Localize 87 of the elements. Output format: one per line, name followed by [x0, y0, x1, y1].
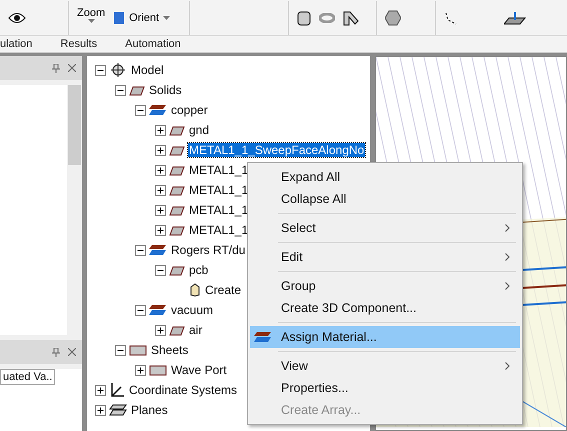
tree-item[interactable]: pcb [188, 263, 210, 277]
rectangle-icon [149, 364, 167, 376]
tree-item[interactable]: vacuum [170, 303, 214, 317]
block-icon [169, 184, 185, 196]
block-icon [169, 144, 185, 156]
eye-icon[interactable] [8, 12, 26, 24]
material-icon [149, 104, 167, 116]
tree-item[interactable]: METAL1_1 [188, 223, 250, 237]
tree-item[interactable]: METAL1_1_SweepFaceAlongNo [188, 143, 366, 157]
tree-item[interactable]: copper [170, 103, 209, 117]
axes-icon [109, 382, 125, 398]
expand-toggle[interactable] [135, 364, 146, 376]
tree-item[interactable]: Sheets [150, 343, 190, 357]
pin-icon[interactable] [52, 348, 60, 356]
tree-item[interactable]: METAL1_1 [188, 203, 250, 217]
menu-item[interactable]: View [250, 355, 520, 377]
expand-toggle[interactable] [95, 384, 106, 396]
expand-toggle[interactable] [155, 324, 166, 336]
block-icon [169, 264, 185, 276]
caret-icon [163, 16, 170, 20]
material-icon [149, 244, 167, 256]
tree-item[interactable]: Planes [130, 403, 169, 417]
expand-toggle[interactable] [155, 224, 166, 236]
rectangle-icon [129, 344, 147, 356]
tree-item[interactable]: gnd [188, 123, 210, 137]
expand-toggle[interactable] [155, 204, 166, 216]
block-icon [129, 84, 145, 96]
menu-item[interactable]: Edit [250, 246, 520, 268]
menu-item[interactable]: Select [250, 217, 520, 239]
model-icon [109, 62, 127, 78]
chevron-icon [505, 224, 510, 232]
tree-item[interactable]: Wave Port [170, 363, 228, 377]
chevron-icon [505, 253, 510, 261]
collapse-toggle[interactable] [155, 264, 166, 276]
ribbon-tab[interactable]: ulation [0, 38, 32, 50]
block-icon [169, 124, 185, 136]
close-icon[interactable] [68, 348, 76, 356]
scrollbar[interactable] [67, 85, 82, 335]
block-icon [169, 204, 185, 216]
tree-item[interactable]: METAL1_1 [188, 183, 250, 197]
chevron-icon [505, 282, 510, 290]
column-header[interactable]: uated Va.. [0, 369, 56, 385]
material-icon [254, 331, 272, 343]
ribbon-tab[interactable]: Results [60, 38, 98, 50]
menu-item[interactable]: Properties... [250, 377, 520, 399]
cube-icon [113, 10, 126, 25]
tree-item[interactable]: METAL1_1 [188, 163, 250, 177]
bent-shape-icon[interactable] [343, 10, 359, 26]
pin-icon[interactable] [52, 64, 60, 72]
menu-item[interactable]: Create 3D Component... [250, 297, 520, 319]
tree-item[interactable]: air [188, 323, 204, 337]
collapse-toggle[interactable] [95, 64, 106, 76]
expand-toggle[interactable] [95, 404, 106, 416]
planes-icon [109, 404, 127, 416]
collapse-toggle[interactable] [135, 104, 146, 116]
tree-item[interactable]: Solids [148, 83, 183, 97]
orient-button[interactable]: Orient [113, 10, 170, 25]
block-icon [169, 324, 185, 336]
menu-item[interactable]: Expand All [250, 166, 520, 188]
tree-item[interactable]: Create [204, 283, 242, 297]
polyline-icon[interactable] [444, 10, 458, 25]
menu-item[interactable]: Assign Material... [250, 326, 520, 348]
collapse-toggle[interactable] [115, 84, 126, 96]
menu-item[interactable]: Group [250, 275, 520, 297]
zoom-button[interactable]: Zoom [77, 6, 106, 23]
tree-item[interactable]: Model [130, 63, 165, 77]
block-icon [169, 224, 185, 236]
collapse-toggle[interactable] [115, 344, 126, 356]
menu-item[interactable]: Collapse All [250, 188, 520, 210]
caret-icon [88, 18, 95, 23]
torus-icon[interactable] [319, 12, 335, 23]
expand-toggle[interactable] [155, 124, 166, 136]
ribbon-tab[interactable]: Automation [125, 38, 181, 50]
chevron-icon [505, 362, 510, 370]
hexagon-icon[interactable] [385, 10, 401, 26]
box-icon [189, 283, 201, 297]
expand-toggle[interactable] [155, 184, 166, 196]
expand-toggle[interactable] [155, 164, 166, 176]
close-icon[interactable] [68, 64, 76, 72]
collapse-toggle[interactable] [135, 244, 146, 256]
expand-toggle[interactable] [155, 144, 166, 156]
block-icon [169, 164, 185, 176]
collapse-toggle[interactable] [135, 304, 146, 316]
plane-icon[interactable] [504, 10, 526, 26]
tree-item[interactable]: Coordinate Systems [128, 383, 238, 397]
tree-item[interactable]: Rogers RT/du [170, 243, 246, 257]
material-icon [149, 304, 167, 316]
